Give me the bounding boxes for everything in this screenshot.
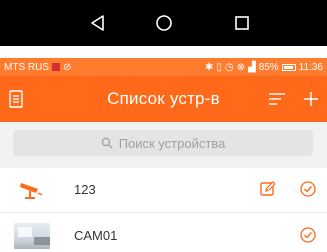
device-row[interactable]: 123 (0, 168, 327, 213)
home-icon[interactable] (151, 10, 177, 36)
search-placeholder: Поиск устройства (118, 135, 226, 151)
recent-apps-icon[interactable] (229, 10, 255, 36)
status-bar: MTS RUS ⊘ ✱ ▯ ◷ ⊗ ▟ 85% 11:36 (0, 58, 327, 76)
thumbnail-image (14, 223, 50, 249)
check-circle-icon[interactable] (299, 226, 319, 246)
sim-flag-icon (52, 63, 60, 71)
camera-icon (14, 178, 50, 202)
battery-icon (281, 63, 296, 71)
spacer (0, 46, 327, 58)
signal-icon: ▟ (247, 61, 256, 73)
system-navigation-bar (0, 0, 327, 46)
no-sim-icon: ⊗ (236, 61, 245, 73)
edit-icon[interactable] (259, 180, 279, 200)
clock: 11:36 (298, 61, 323, 73)
device-name: CAM01 (74, 228, 118, 243)
check-circle-icon[interactable] (299, 180, 319, 200)
search-input[interactable]: Поиск устройства (13, 130, 313, 156)
add-device-icon[interactable] (300, 88, 322, 110)
status-indicators: ✱ ▯ ◷ ⊗ ▟ 85% 11:36 (205, 62, 323, 73)
device-thumbnail (14, 223, 50, 249)
alarm-icon: ◷ (224, 61, 234, 73)
device-row[interactable]: CAM01 (0, 214, 327, 252)
back-icon[interactable] (84, 10, 110, 36)
app-toolbar: Список устр-в (0, 76, 327, 122)
settings-icon: ⊘ (63, 61, 72, 73)
vibrate-icon: ▯ (216, 61, 222, 73)
search-icon (101, 137, 113, 149)
bluetooth-icon: ✱ (204, 61, 214, 73)
battery-percent: 85% (258, 61, 279, 73)
carrier-label: MTS RUS (4, 61, 49, 73)
carrier: MTS RUS ⊘ (4, 62, 71, 73)
sort-icon[interactable] (266, 88, 288, 110)
search-section: Поиск устройства (0, 122, 327, 168)
device-name: 123 (74, 182, 96, 197)
